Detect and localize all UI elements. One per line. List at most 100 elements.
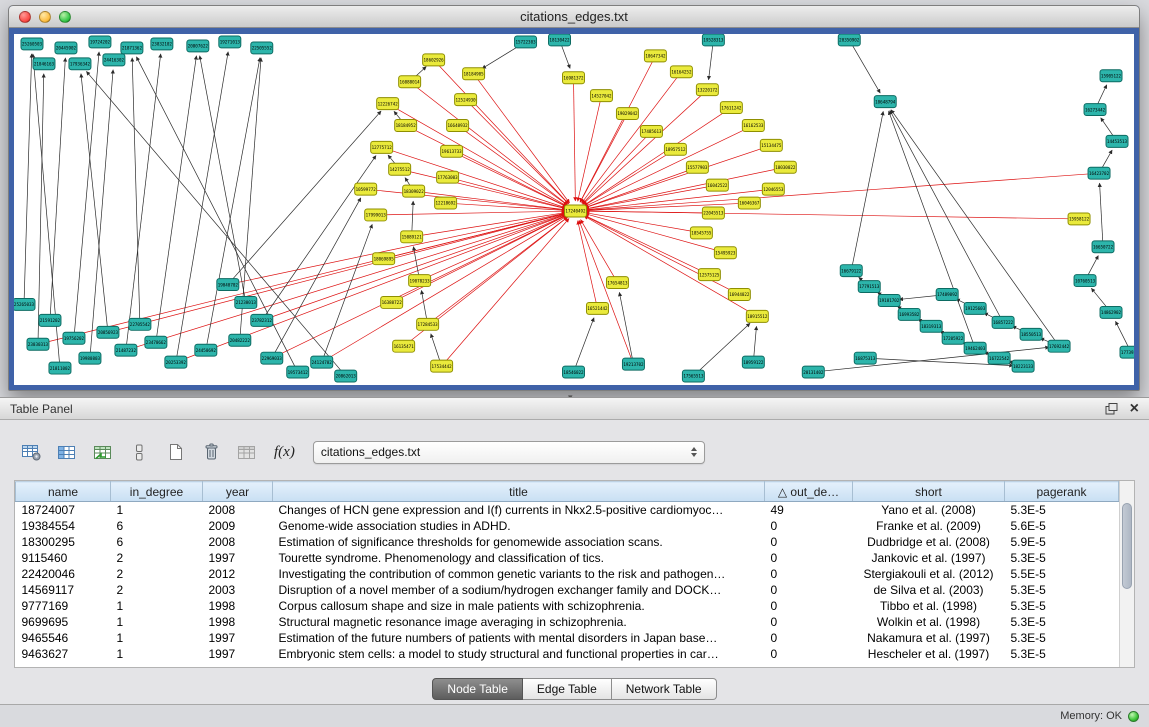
graph-node[interactable]: 24416302 (103, 54, 125, 66)
table-row[interactable]: 946554611997Estimation of the future num… (16, 630, 1119, 646)
graph-node[interactable]: 21046163 (33, 58, 55, 70)
graph-node[interactable]: 22045513 (702, 207, 724, 219)
graph-node[interactable]: 21871362 (121, 42, 143, 54)
graph-node[interactable]: 20350902 (838, 34, 860, 46)
graph-node[interactable]: 16521442 (586, 302, 608, 314)
graph-node[interactable]: 25265033 (14, 298, 35, 310)
graph-node[interactable]: 20482222 (229, 334, 251, 346)
table-cell[interactable]: 0 (765, 534, 853, 550)
table-cell[interactable]: 6 (111, 534, 203, 550)
graph-edge[interactable] (410, 82, 568, 205)
graph-edge[interactable] (584, 149, 675, 205)
graph-node[interactable]: 16046367 (738, 197, 760, 209)
graph-node[interactable]: 18223133 (1012, 360, 1034, 372)
table-cell[interactable]: 6 (111, 518, 203, 534)
graph-node[interactable]: 17205922 (942, 332, 964, 344)
graph-edge[interactable] (262, 214, 566, 320)
graph-node[interactable]: 16164252 (670, 66, 692, 78)
table-cell[interactable]: Hescheler et al. (1997) (853, 646, 1005, 662)
graph-node[interactable]: 23470662 (145, 336, 167, 348)
window-zoom-button[interactable] (59, 11, 71, 23)
graph-node[interactable]: 18030022 (774, 161, 796, 173)
delete-table-icon[interactable] (196, 439, 226, 465)
table-cell[interactable]: Nakamura et al. (1997) (853, 630, 1005, 646)
graph-node[interactable]: 19528313 (702, 34, 724, 46)
graph-edge[interactable] (126, 54, 161, 350)
table-cell[interactable]: 0 (765, 582, 853, 598)
table-cell[interactable]: 1998 (203, 614, 273, 630)
table-cell[interactable]: 9699695 (16, 614, 111, 630)
table-row[interactable]: 1830029562008Estimation of significance … (16, 534, 1119, 550)
table-cell[interactable]: Stergiakouli et al. (2012) (853, 566, 1005, 582)
table-cell[interactable]: Jankovic et al. (1997) (853, 550, 1005, 566)
table-cell[interactable]: de Silva et al. (2003) (853, 582, 1005, 598)
column-header[interactable]: year (203, 482, 273, 502)
table-row[interactable]: 1456911722003Disruption of a novel membe… (16, 582, 1119, 598)
graph-node[interactable]: 16640932 (447, 120, 469, 132)
graph-node[interactable]: 17936342 (69, 58, 91, 70)
table-cell[interactable]: 0 (765, 518, 853, 534)
scrollbar-thumb[interactable] (1122, 503, 1132, 589)
graph-edge[interactable] (322, 224, 373, 362)
table-cell[interactable]: 14569117 (16, 582, 111, 598)
graph-node[interactable]: 17654813 (606, 277, 628, 289)
table-cell[interactable]: 1 (111, 630, 203, 646)
column-header[interactable]: short (853, 482, 1005, 502)
graph-edge[interactable] (136, 57, 297, 372)
table-options-icon[interactable] (16, 439, 46, 465)
table-cell[interactable]: Changes of HCN gene expression and I(f) … (273, 502, 765, 519)
new-table-icon[interactable] (160, 439, 190, 465)
graph-node[interactable]: 17485613 (640, 125, 662, 137)
table-cell[interactable]: 2008 (203, 502, 273, 519)
graph-node[interactable]: 21591202 (39, 314, 61, 326)
function-builder-button[interactable]: f(x) (274, 444, 295, 461)
graph-node[interactable]: 23832102 (151, 38, 173, 50)
graph-edge[interactable] (849, 40, 880, 93)
table-cell[interactable]: Tibbo et al. (1998) (853, 598, 1005, 614)
table-cell[interactable]: Embryonic stem cells: a model to study s… (273, 646, 765, 662)
table-cell[interactable]: 9465546 (16, 630, 111, 646)
close-panel-icon[interactable]: × (1130, 402, 1139, 416)
graph-node[interactable]: 16423702 (1088, 167, 1110, 179)
graph-edge[interactable] (428, 217, 568, 324)
graph-edge[interactable] (322, 216, 567, 362)
table-cell[interactable]: Estimation of the future numbers of pati… (273, 630, 765, 646)
graph-node[interactable]: 20856923 (97, 326, 119, 338)
graph-node[interactable]: 22969033 (261, 352, 283, 364)
graph-node[interactable]: 15134475 (760, 139, 782, 151)
graph-node[interactable]: 19756202 (63, 332, 85, 344)
table-cell[interactable]: 18300295 (16, 534, 111, 550)
graph-node[interactable]: 18550513 (1020, 328, 1042, 340)
column-header[interactable]: title (273, 482, 765, 502)
table-scrollbar[interactable] (1119, 481, 1134, 667)
graph-node[interactable]: 17791513 (858, 281, 880, 293)
tab-edge-table[interactable]: Edge Table (523, 678, 612, 700)
graph-node[interactable]: 16722542 (988, 352, 1010, 364)
graph-node[interactable]: 19213702 (622, 358, 644, 370)
graph-node[interactable]: 15577903 (686, 161, 708, 173)
graph-node[interactable]: 24450692 (195, 344, 217, 356)
graph-edge[interactable] (693, 323, 750, 376)
table-row[interactable]: 946362711997Embryonic stem cells: a mode… (16, 646, 1119, 662)
network-view-window[interactable]: citations_edges.txt 17240492186029261608… (8, 5, 1140, 391)
table-cell[interactable]: 0 (765, 646, 853, 662)
graph-node[interactable]: 19724202 (89, 36, 111, 48)
show-columns-icon[interactable] (52, 439, 82, 465)
graph-node[interactable]: 14453513 (1106, 135, 1128, 147)
table-cell[interactable]: 0 (765, 598, 853, 614)
graph-node[interactable]: 12046553 (762, 183, 784, 195)
table-cell[interactable]: 5.3E-5 (1005, 598, 1119, 614)
graph-node[interactable]: 21230013 (235, 297, 257, 309)
table-cell[interactable]: Disruption of a novel member of a sodium… (273, 582, 765, 598)
table-cell[interactable]: 1 (111, 614, 203, 630)
table-cell[interactable]: 1 (111, 598, 203, 614)
graph-node[interactable]: 19573412 (287, 366, 309, 378)
table-cell[interactable]: 1 (111, 646, 203, 662)
graph-node[interactable]: 19125603 (964, 302, 986, 314)
graph-edge[interactable] (228, 213, 566, 285)
table-cell[interactable]: Corpus callosum shape and size in male p… (273, 598, 765, 614)
graph-node[interactable]: 19101702 (878, 295, 900, 307)
tab-node-table[interactable]: Node Table (432, 678, 523, 700)
graph-node[interactable]: 22705542 (129, 318, 151, 330)
table-row[interactable]: 2242004622012Investigating the contribut… (16, 566, 1119, 582)
